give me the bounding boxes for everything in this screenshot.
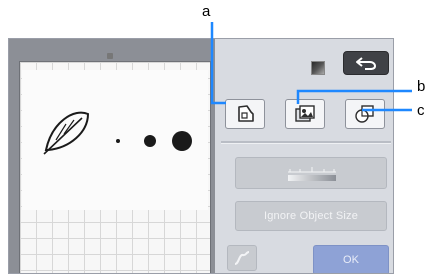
ignore-object-size-button[interactable]: Ignore Object Size: [235, 201, 387, 231]
panel-divider: [221, 141, 391, 144]
outline-shape-icon: [238, 105, 254, 122]
mat-preview-area: [9, 39, 215, 273]
curve-button[interactable]: [227, 245, 257, 271]
dot-large: [172, 131, 192, 151]
ok-button[interactable]: OK: [313, 245, 389, 273]
callout-label-a: a: [202, 3, 211, 20]
cutting-mat: [19, 61, 211, 273]
leaf-and-dots-drawing: [43, 111, 192, 155]
ignore-object-size-label: Ignore Object Size: [263, 210, 359, 222]
line-thickness-slider[interactable]: [235, 157, 387, 189]
image-trace-icon: [295, 105, 315, 122]
callout-label-c: c: [417, 102, 425, 119]
callout-label-b: b: [417, 78, 426, 95]
overlap-shapes-icon: [355, 105, 374, 123]
line-thickness-slider-icon: [288, 167, 336, 181]
cutting-machine-screen: Ignore Object Size OK: [8, 38, 394, 274]
ok-label: OK: [343, 254, 359, 266]
back-arrow-icon: [356, 57, 377, 70]
outline-tool-button[interactable]: [225, 99, 265, 129]
curve-icon: [234, 251, 250, 265]
overlap-shapes-button[interactable]: [345, 99, 385, 129]
image-thumbnail-icon: [311, 61, 325, 75]
back-button[interactable]: [343, 51, 389, 75]
mat-top-marker: [107, 53, 113, 59]
dot-medium: [144, 135, 156, 147]
right-control-panel: Ignore Object Size OK: [215, 39, 393, 273]
image-trace-button[interactable]: [285, 99, 325, 129]
dot-small: [116, 139, 120, 143]
scanned-image: [22, 70, 208, 210]
